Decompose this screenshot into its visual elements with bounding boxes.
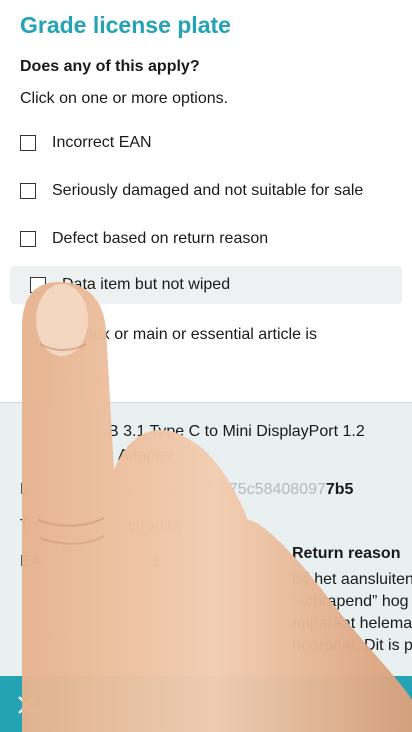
product-name-line1: B 3.1 Type C to Mini DisplayPort 1.2 bbox=[108, 423, 365, 440]
license-plate-value: 45e6d393c3a575c584080977b5 bbox=[123, 481, 353, 499]
option-label: Incorrect EAN bbox=[52, 134, 152, 151]
return-reason-title: Return reason bbox=[292, 545, 401, 562]
option-label: box or main or essential article is bbox=[84, 326, 317, 343]
close-icon[interactable] bbox=[14, 692, 40, 718]
option-data-not-wiped[interactable]: Data item but not wiped bbox=[10, 266, 402, 304]
option-label: Seriously damaged and not suitable for s… bbox=[52, 182, 364, 199]
page-title: Grade license plate bbox=[20, 12, 231, 38]
type-value: ctronics bbox=[128, 517, 184, 534]
question-heading: Does any of this apply? bbox=[20, 58, 200, 75]
product-name-line2: Adapter bbox=[118, 447, 175, 464]
return-reason-text: Bij het aansluiten “schrapend” hog appar… bbox=[292, 571, 412, 654]
checkbox[interactable] bbox=[20, 231, 36, 247]
license-plate-label: L bbox=[20, 481, 29, 498]
option-essential-article[interactable]: box or main or essential article is bbox=[20, 323, 317, 347]
bottom-action-bar bbox=[0, 676, 412, 732]
license-plate-bold: 7b5 bbox=[325, 481, 354, 498]
ean-bold: 1 bbox=[151, 553, 161, 570]
ean-muted: 64 bbox=[134, 553, 152, 570]
option-label: Defect based on return reason bbox=[52, 230, 269, 247]
option-label: Data item but not wiped bbox=[62, 276, 231, 293]
option-incorrect-ean[interactable]: Incorrect EAN bbox=[20, 131, 152, 155]
option-seriously-damaged[interactable]: Seriously damaged and not suitable for s… bbox=[20, 179, 363, 203]
checkbox[interactable] bbox=[20, 135, 36, 151]
checkbox[interactable] bbox=[20, 183, 36, 199]
product-info-panel: B 3.1 Type C to Mini DisplayPort 1.2 Ada… bbox=[0, 402, 412, 677]
checkbox[interactable] bbox=[30, 277, 46, 293]
instruction-text: Click on one or more options. bbox=[20, 90, 229, 107]
ean-value: 641 bbox=[134, 553, 161, 571]
type-label: T bbox=[20, 517, 30, 534]
license-plate-muted: 45e6d393c3a575c58408097 bbox=[123, 481, 326, 498]
option-defect-return-reason[interactable]: Defect based on return reason bbox=[20, 227, 268, 251]
ean-label: EA bbox=[20, 553, 42, 570]
